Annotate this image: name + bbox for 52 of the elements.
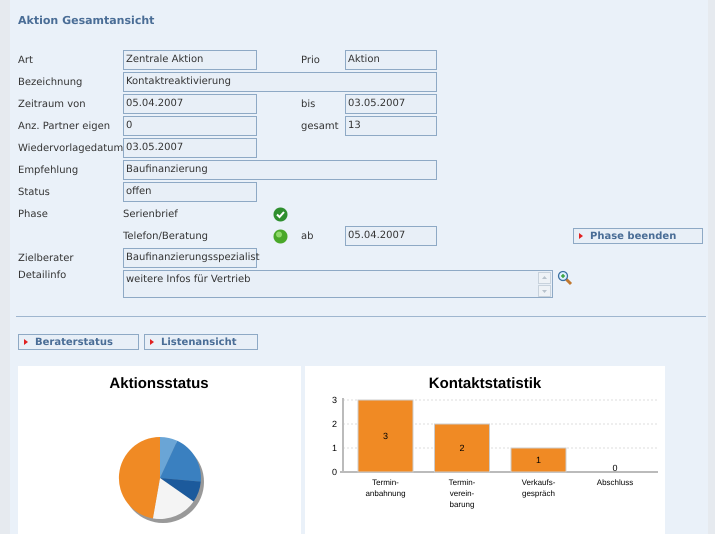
field-label: gesamt: [301, 120, 340, 132]
value-label: 1: [536, 455, 541, 465]
chart-title: Aktionsstatus: [109, 375, 209, 392]
text-area[interactable]: weitere Infos für Vertrieb: [123, 270, 553, 298]
tick-label: 0: [332, 467, 337, 477]
value-label: 2: [460, 443, 464, 453]
field-label: Art: [18, 54, 34, 66]
field-label: Anz. Partner eigen: [18, 120, 112, 132]
category-label: Termin- anbahnung: [365, 478, 406, 498]
field-label: Phase: [18, 208, 49, 220]
input-field[interactable]: Baufinanzierungsspezialist: [123, 248, 257, 268]
field-label: Empfehlung: [18, 164, 80, 176]
button[interactable]: Phase beenden: [573, 228, 703, 244]
field-label: bis: [301, 98, 316, 110]
field-label: Zeitraum von: [18, 98, 87, 110]
input-field[interactable]: 03.05.2007: [123, 138, 257, 158]
phase-step: Serienbrief: [123, 208, 273, 220]
field-label: Zielberater: [18, 252, 74, 264]
button[interactable]: Beraterstatus: [18, 334, 139, 350]
panel-title: Aktion Gesamtansicht: [18, 14, 156, 29]
field-label: Detailinfo: [18, 270, 68, 281]
button[interactable]: Listenansicht: [144, 334, 258, 350]
tick-label: 3: [332, 395, 337, 405]
field-label: Status: [18, 186, 51, 198]
input-field[interactable]: 05.04.2007: [345, 226, 437, 246]
phase-step: Telefon/Beratung: [123, 230, 273, 242]
field-label: Bezeichnung: [18, 76, 84, 88]
scroll-up-icon[interactable]: [538, 272, 551, 284]
bar: [434, 424, 490, 472]
field-label: Wiedervorlagedatum: [18, 142, 123, 154]
tick-label: 2: [332, 419, 337, 429]
input-field[interactable]: Aktion: [345, 50, 437, 70]
input-field[interactable]: Baufinanzierung: [123, 160, 437, 180]
category-label: Abschluss: [596, 478, 634, 487]
input-field[interactable]: 05.04.2007: [123, 94, 257, 114]
input-field[interactable]: Zentrale Aktion: [123, 50, 257, 70]
input-field[interactable]: 0: [123, 116, 257, 136]
field-label: ab: [301, 230, 314, 242]
input-field[interactable]: offen: [123, 182, 257, 202]
value-label: 0: [612, 463, 618, 473]
value-label: 3: [383, 431, 388, 441]
bar: [510, 448, 566, 472]
input-field[interactable]: 03.05.2007: [345, 94, 437, 114]
category-label: Termin- verein- barung: [448, 478, 476, 509]
field-label: Prio: [301, 54, 321, 66]
input-field[interactable]: 13: [345, 116, 437, 136]
scroll-down-icon[interactable]: [538, 285, 551, 297]
chart-title: Kontaktstatistik: [428, 375, 542, 392]
category-label: Verkaufs- gespräch: [522, 478, 556, 498]
tick-label: 1: [332, 443, 337, 453]
zoom-icon[interactable]: [557, 270, 573, 286]
input-field[interactable]: Kontaktreaktivierung: [123, 72, 437, 92]
